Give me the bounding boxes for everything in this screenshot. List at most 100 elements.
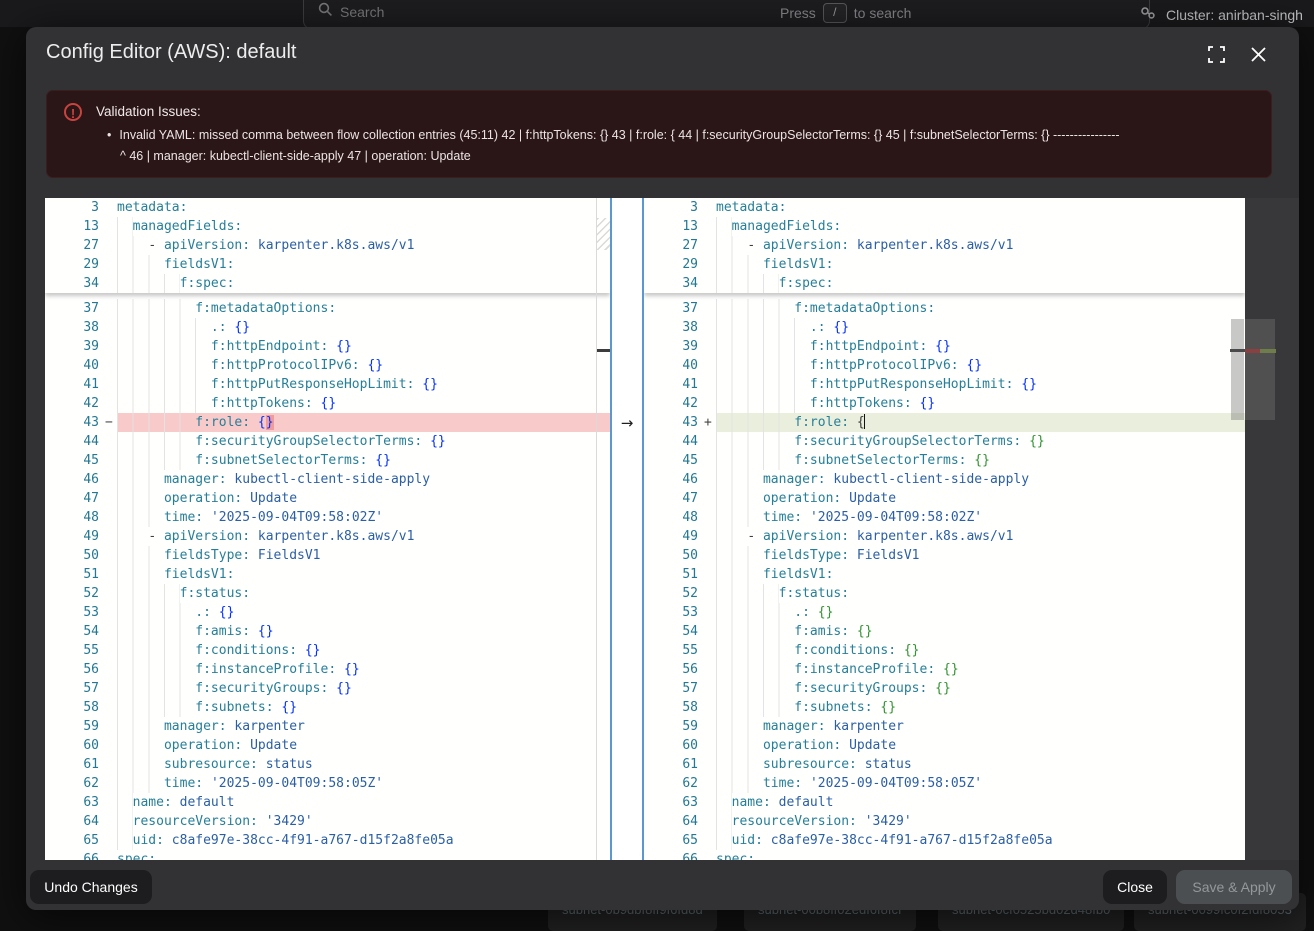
code-line[interactable]: 57 f:securityGroups: {} — [644, 679, 1245, 698]
line-number: 38 — [45, 318, 105, 337]
code-line[interactable]: 64 resourceVersion: '3429' — [644, 812, 1245, 831]
code-line[interactable]: 53 .: {} — [45, 603, 610, 622]
diff-original-pane[interactable]: 37 f:metadataOptions:38 .: {}39 f:httpEn… — [45, 198, 610, 860]
code-line[interactable]: 66spec: — [644, 850, 1245, 860]
save-apply-button[interactable]: Save & Apply — [1176, 870, 1292, 904]
code-line[interactable]: 47 operation: Update — [45, 489, 610, 508]
code-line[interactable]: 39 f:httpEndpoint: {} — [45, 337, 610, 356]
cluster-selector[interactable]: Cluster: anirban-singh — [1140, 6, 1303, 23]
diff-modified-pane[interactable]: 37 f:metadataOptions:38 .: {}39 f:httpEn… — [644, 198, 1245, 860]
code-line[interactable]: 44 f:securityGroupSelectorTerms: {} — [45, 432, 610, 451]
code-line[interactable]: 61 subresource: status — [45, 755, 610, 774]
code-line[interactable]: 51 fieldsV1: — [644, 565, 1245, 584]
code-line[interactable]: 63 name: default — [45, 793, 610, 812]
code-line[interactable]: 40 f:httpProtocolIPv6: {} — [45, 356, 610, 375]
sticky-code-line[interactable]: 27 - apiVersion: karpenter.k8s.aws/v1 — [644, 236, 1245, 255]
code-line[interactable]: 61 subresource: status — [644, 755, 1245, 774]
code-line[interactable]: 59 manager: karpenter — [45, 717, 610, 736]
sticky-code-line[interactable]: 27 - apiVersion: karpenter.k8s.aws/v1 — [45, 236, 610, 255]
sticky-scroll-left: 3metadata:13 managedFields:27 - apiVersi… — [45, 198, 610, 293]
code-line[interactable]: 41 f:httpPutResponseHopLimit: {} — [644, 375, 1245, 394]
cluster-icon — [1140, 6, 1157, 23]
code-line[interactable]: 44 f:securityGroupSelectorTerms: {} — [644, 432, 1245, 451]
code-line[interactable]: 43− f:role: {} — [45, 413, 610, 432]
sticky-code-line[interactable]: 13 managedFields: — [644, 217, 1245, 236]
code-line[interactable]: 41 f:httpPutResponseHopLimit: {} — [45, 375, 610, 394]
code-line[interactable]: 53 .: {} — [644, 603, 1245, 622]
code-line[interactable]: 49 - apiVersion: karpenter.k8s.aws/v1 — [644, 527, 1245, 546]
code-line[interactable]: 54 f:amis: {} — [45, 622, 610, 641]
undo-changes-button[interactable]: Undo Changes — [30, 870, 152, 904]
diff-marker — [105, 356, 117, 375]
code-line[interactable]: 45 f:subnetSelectorTerms: {} — [45, 451, 610, 470]
diff-marker — [704, 255, 716, 274]
code-line[interactable]: 42 f:httpTokens: {} — [45, 394, 610, 413]
yaml-diff-editor[interactable]: 37 f:metadataOptions:38 .: {}39 f:httpEn… — [45, 198, 1245, 860]
code-line[interactable]: 39 f:httpEndpoint: {} — [644, 337, 1245, 356]
code-line[interactable]: 45 f:subnetSelectorTerms: {} — [644, 451, 1245, 470]
code-line[interactable]: 43+ f:role: { — [644, 413, 1245, 432]
close-button[interactable]: Close — [1103, 870, 1167, 904]
code-line[interactable]: 65 uid: c8afe97e-38cc-4f91-a767-d15f2a8f… — [45, 831, 610, 850]
sticky-code-line[interactable]: 3metadata: — [644, 198, 1245, 217]
code-line[interactable]: 60 operation: Update — [644, 736, 1245, 755]
code-line[interactable]: 49 - apiVersion: karpenter.k8s.aws/v1 — [45, 527, 610, 546]
code-line[interactable]: 56 f:instanceProfile: {} — [644, 660, 1245, 679]
code-line[interactable]: 40 f:httpProtocolIPv6: {} — [644, 356, 1245, 375]
code-line[interactable]: 59 manager: karpenter — [644, 717, 1245, 736]
scrollbar-thumb[interactable] — [1231, 319, 1244, 420]
sticky-code-line[interactable]: 29 fieldsV1: — [45, 255, 610, 274]
code-line[interactable]: 48 time: '2025-09-04T09:58:02Z' — [644, 508, 1245, 527]
code-line[interactable]: 50 fieldsType: FieldsV1 — [45, 546, 610, 565]
diff-marker — [704, 337, 716, 356]
sticky-code-line[interactable]: 29 fieldsV1: — [644, 255, 1245, 274]
code-line[interactable]: 62 time: '2025-09-04T09:58:05Z' — [45, 774, 610, 793]
code-line[interactable]: 51 fieldsV1: — [45, 565, 610, 584]
code-line[interactable]: 56 f:instanceProfile: {} — [45, 660, 610, 679]
code-text: f:metadataOptions: — [117, 299, 610, 318]
code-line[interactable]: 54 f:amis: {} — [644, 622, 1245, 641]
code-line[interactable]: 55 f:conditions: {} — [45, 641, 610, 660]
diff-marker: + — [704, 413, 716, 432]
diff-marker — [105, 850, 117, 860]
sticky-code-line[interactable]: 13 managedFields: — [45, 217, 610, 236]
diff-marker — [105, 217, 117, 236]
global-search-input[interactable]: Search Press / to search — [303, 0, 1150, 27]
code-line[interactable]: 42 f:httpTokens: {} — [644, 394, 1245, 413]
vertical-scrollbar[interactable] — [1230, 198, 1245, 860]
code-line[interactable]: 47 operation: Update — [644, 489, 1245, 508]
minimap-slider[interactable] — [1245, 319, 1275, 420]
expand-icon[interactable] — [1204, 42, 1228, 66]
slash-keycap: / — [823, 3, 847, 23]
revert-change-arrow-icon[interactable]: → — [615, 413, 639, 432]
sticky-code-line[interactable]: 3metadata: — [45, 198, 610, 217]
code-line[interactable]: 46 manager: kubectl-client-side-apply — [644, 470, 1245, 489]
code-text: operation: Update — [716, 489, 1245, 508]
code-line[interactable]: 52 f:status: — [644, 584, 1245, 603]
diff-marker — [704, 198, 716, 217]
code-line[interactable]: 48 time: '2025-09-04T09:58:02Z' — [45, 508, 610, 527]
code-line[interactable]: 46 manager: kubectl-client-side-apply — [45, 470, 610, 489]
code-line[interactable]: 57 f:securityGroups: {} — [45, 679, 610, 698]
code-line[interactable]: 65 uid: c8afe97e-38cc-4f91-a767-d15f2a8f… — [644, 831, 1245, 850]
code-line[interactable]: 60 operation: Update — [45, 736, 610, 755]
code-line[interactable]: 38 .: {} — [644, 318, 1245, 337]
code-line[interactable]: 58 f:subnets: {} — [45, 698, 610, 717]
code-line[interactable]: 62 time: '2025-09-04T09:58:05Z' — [644, 774, 1245, 793]
code-line[interactable]: 38 .: {} — [45, 318, 610, 337]
diff-marker — [704, 299, 716, 318]
code-line[interactable]: 52 f:status: — [45, 584, 610, 603]
code-line[interactable]: 64 resourceVersion: '3429' — [45, 812, 610, 831]
sticky-code-line[interactable]: 34 f:spec: — [644, 274, 1245, 293]
close-icon[interactable] — [1246, 42, 1270, 66]
minimap[interactable] — [1245, 198, 1299, 860]
code-line[interactable]: 37 f:metadataOptions: — [644, 299, 1245, 318]
code-line[interactable]: 63 name: default — [644, 793, 1245, 812]
code-line[interactable]: 50 fieldsType: FieldsV1 — [644, 546, 1245, 565]
code-line[interactable]: 37 f:metadataOptions: — [45, 299, 610, 318]
line-number: 38 — [644, 318, 704, 337]
code-line[interactable]: 55 f:conditions: {} — [644, 641, 1245, 660]
code-line[interactable]: 66spec: — [45, 850, 610, 860]
code-line[interactable]: 58 f:subnets: {} — [644, 698, 1245, 717]
sticky-code-line[interactable]: 34 f:spec: — [45, 274, 610, 293]
